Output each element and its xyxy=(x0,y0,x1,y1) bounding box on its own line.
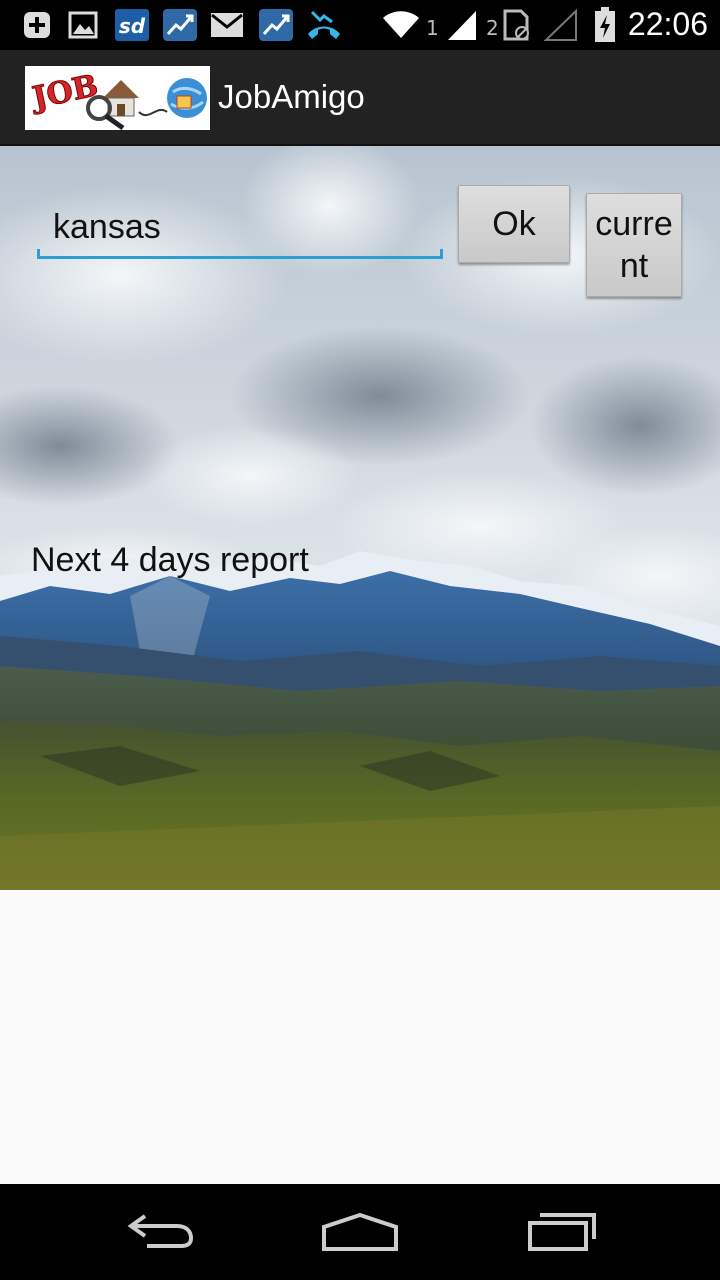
current-location-button[interactable]: current xyxy=(586,193,682,297)
missed-call-icon xyxy=(306,8,342,42)
forecast-report-label: Next 4 days report xyxy=(31,541,309,579)
recent-apps-button[interactable] xyxy=(507,1208,617,1258)
no-signal-icon xyxy=(544,8,578,42)
app-logo: JOB xyxy=(25,66,210,130)
add-icon xyxy=(22,8,52,42)
sd-icon: sd xyxy=(114,8,150,42)
image-icon xyxy=(68,8,98,42)
sim-data-icon xyxy=(503,8,531,42)
battery-charging-icon xyxy=(594,7,616,42)
home-button[interactable] xyxy=(305,1208,415,1258)
clock: 22:06 xyxy=(627,6,708,42)
action-bar: JOB JobAmigo xyxy=(0,50,720,146)
mail-icon xyxy=(210,8,244,42)
stocks-icon xyxy=(258,8,294,42)
status-bar: sd 1 2 22:06 xyxy=(0,0,720,50)
back-icon xyxy=(125,1212,195,1254)
app-title: JobAmigo xyxy=(218,78,365,115)
signal-icon xyxy=(446,8,478,42)
sim1-label: 1 xyxy=(426,16,439,40)
ok-button[interactable]: Ok xyxy=(458,185,570,263)
main-content: Ok current Next 4 days report xyxy=(0,146,720,1184)
svg-text:sd: sd xyxy=(119,14,146,38)
recent-apps-icon xyxy=(526,1211,598,1255)
wifi-icon xyxy=(382,8,420,42)
stocks-icon xyxy=(162,8,198,42)
back-button[interactable] xyxy=(105,1208,215,1258)
system-navigation-bar xyxy=(0,1184,720,1280)
city-input[interactable] xyxy=(37,203,443,259)
sim2-label: 2 xyxy=(486,16,499,40)
home-icon xyxy=(322,1211,398,1255)
city-search-field[interactable] xyxy=(37,203,443,259)
